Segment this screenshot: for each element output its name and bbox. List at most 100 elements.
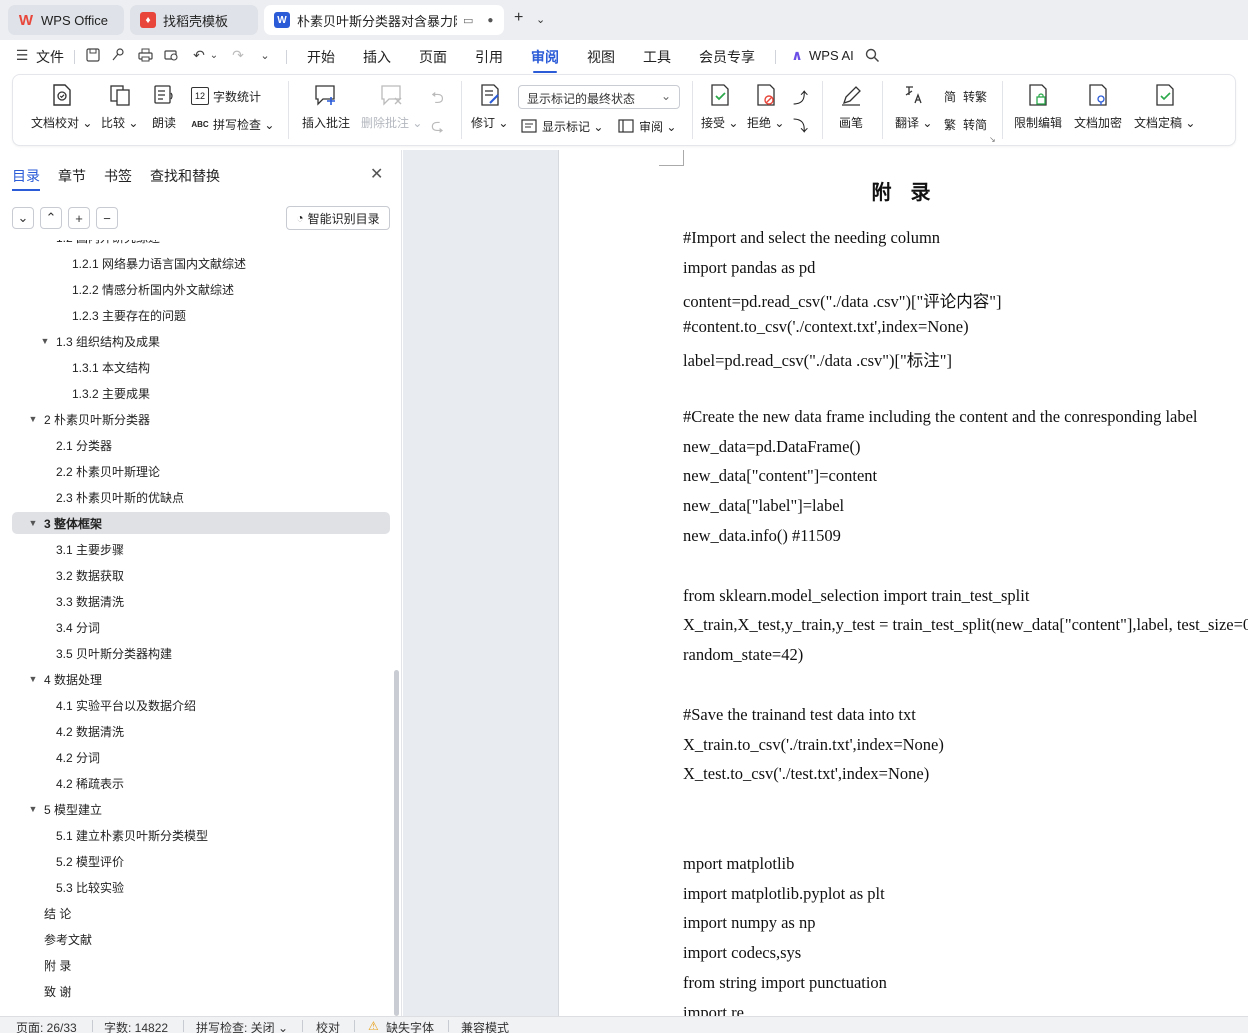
menu-file[interactable]: 文件 [36, 47, 64, 67]
collapse-all-button[interactable]: ⌃ [40, 207, 62, 229]
prev-comment-icon[interactable]: ⮌ [431, 87, 444, 114]
toc-item[interactable]: 3.5 贝叶斯分类器构建 [12, 642, 390, 664]
toc-item[interactable]: 1.2.2 情感分析国内外文献综述 [12, 278, 390, 300]
close-icon[interactable]: ✕ [370, 164, 383, 184]
expand-group-icon[interactable]: ↘ [989, 135, 996, 144]
toc-item[interactable]: 3.2 数据获取 [12, 564, 390, 586]
chevron-down-icon[interactable]: ⌄ [536, 13, 545, 26]
toc-item[interactable]: 4.2 分词 [12, 746, 390, 768]
toc-item[interactable]: 5.1 建立朴素贝叶斯分类模型 [12, 824, 390, 846]
next-comment-icon[interactable]: ⮎ [431, 115, 444, 142]
toc-item[interactable]: 1.3.1 本文结构 [12, 356, 390, 378]
share-icon[interactable] [110, 47, 126, 63]
redo-icon[interactable]: ↷ [230, 47, 246, 63]
toc-item[interactable]: ▼ 4 数据处理 [12, 668, 390, 690]
toc-item[interactable]: 2.1 分类器 [12, 434, 390, 456]
toc-expand-arrow-icon[interactable]: ▼ [27, 414, 39, 424]
toc-item[interactable]: 3.3 数据清洗 [12, 590, 390, 612]
accept-button[interactable]: 接受 ⌄ [701, 83, 738, 131]
monitor-icon[interactable]: ▭ [463, 14, 473, 27]
spell-check-button[interactable]: ABC 拼写检查 ⌄ [191, 115, 274, 133]
encrypt-button[interactable]: 文档加密 [1074, 83, 1122, 131]
print-preview-icon[interactable] [163, 47, 179, 63]
print-icon[interactable] [137, 47, 153, 63]
undo-icon[interactable]: ↶ [191, 47, 207, 63]
toc-item[interactable]: 参考文献 [12, 928, 390, 950]
nav-tab-bookmarks[interactable]: 书签 [104, 166, 132, 186]
toc-item[interactable]: ▼ 5 模型建立 [12, 798, 390, 820]
compare-button[interactable]: 比较 ⌄ [101, 83, 138, 131]
translate-button[interactable]: 翻译 ⌄ [895, 83, 932, 131]
show-markup-button[interactable]: 显示标记 ⌄ [520, 117, 603, 135]
tab-wps-office[interactable]: W WPS Office [8, 5, 124, 35]
toc-expand-arrow-icon[interactable]: ▼ [27, 674, 39, 684]
expand-all-button[interactable]: ⌄ [12, 207, 34, 229]
menu-view[interactable]: 视图 [587, 47, 615, 67]
menu-reference[interactable]: 引用 [475, 47, 503, 67]
toc-item[interactable]: 3.4 分词 [12, 616, 390, 638]
toc-item[interactable]: 2.2 朴素贝叶斯理论 [12, 460, 390, 482]
insert-comment-button[interactable]: 插入批注 [302, 83, 350, 131]
tab-document[interactable]: W 朴素贝叶斯分类器对含暴力网络 ▭ ● [264, 5, 504, 35]
to-simplified-button[interactable]: 繁 转简 [941, 115, 987, 133]
toc-item[interactable]: 结 论 [12, 902, 390, 924]
smart-toc-button[interactable]: ◔ 智能识别目录 [286, 206, 390, 230]
menu-member[interactable]: 会员专享 [699, 47, 755, 67]
to-traditional-button[interactable]: 简 转繁 [941, 87, 987, 105]
toc-item[interactable]: 1.2.1 网络暴力语言国内文献综述 [12, 252, 390, 274]
tab-template[interactable]: ♦ 找稻壳模板 [130, 5, 258, 35]
hamburger-icon[interactable]: ☰ [14, 47, 30, 63]
save-icon[interactable] [85, 47, 101, 63]
toc-item[interactable]: 致 谢 [12, 980, 390, 1002]
toc-item[interactable]: 5.2 模型评价 [12, 850, 390, 872]
spell-check-status[interactable]: 拼写检查: 关闭 ⌄ [196, 1019, 288, 1033]
missing-font-status[interactable]: 缺失字体 [386, 1019, 434, 1033]
menu-tools[interactable]: 工具 [643, 47, 671, 67]
remove-heading-button[interactable]: − [96, 207, 118, 229]
toc-item[interactable]: ▼ 3 整体框架 [12, 512, 390, 534]
toc-item[interactable]: ▼ 1.3 组织结构及成果 [12, 330, 390, 352]
word-count-status[interactable]: 字数: 14822 [104, 1019, 168, 1033]
new-tab-icon[interactable]: + [514, 9, 523, 27]
toc-item[interactable]: ▼ 2 朴素贝叶斯分类器 [12, 408, 390, 430]
menu-insert[interactable]: 插入 [363, 47, 391, 67]
delete-comment-button[interactable]: 删除批注 ⌄ [361, 83, 422, 131]
undo-dropdown-icon[interactable]: ⌄ [206, 47, 222, 63]
toc-item[interactable]: 5.3 比较实验 [12, 876, 390, 898]
menu-wps-ai[interactable]: WPS AI [809, 48, 854, 63]
toc-expand-arrow-icon[interactable]: ▼ [39, 336, 51, 346]
read-aloud-button[interactable]: 朗读 [152, 83, 176, 131]
word-count-button[interactable]: 12 字数统计 [191, 87, 261, 105]
toc-item[interactable]: 附 录 [12, 954, 390, 976]
toc-expand-arrow-icon[interactable]: ▼ [27, 804, 39, 814]
review-pane-button[interactable]: 审阅 ⌄ [617, 117, 676, 135]
prev-change-icon[interactable]: ⤴ [793, 87, 808, 108]
proof-status[interactable]: 校对 [316, 1019, 340, 1033]
doc-check-button[interactable]: 文档校对 ⌄ [31, 83, 92, 131]
toc-item[interactable]: 4.1 实验平台以及数据介绍 [12, 694, 390, 716]
pen-button[interactable]: 画笔 [839, 83, 863, 131]
document-page[interactable]: 附 录 #Import and select the needing colum… [558, 150, 1248, 1016]
toc-item[interactable]: 1.3.2 主要成果 [12, 382, 390, 404]
finalize-button[interactable]: 文档定稿 ⌄ [1134, 83, 1195, 131]
next-change-icon[interactable]: ⤵ [793, 115, 808, 136]
toc-item[interactable]: ▼ 1.2 国内外研究综述 [12, 240, 390, 248]
unsaved-dot-icon[interactable]: ● [487, 15, 493, 26]
menu-page[interactable]: 页面 [419, 47, 447, 67]
more-chevron-icon[interactable]: ⌄ [257, 47, 273, 63]
reject-button[interactable]: 拒绝 ⌄ [747, 83, 784, 131]
toc-scrollbar[interactable] [394, 670, 399, 1016]
toc-expand-arrow-icon[interactable]: ▼ [27, 518, 39, 528]
toc-item[interactable]: 4.2 稀疏表示 [12, 772, 390, 794]
restrict-editing-button[interactable]: 限制编辑 [1014, 83, 1062, 131]
nav-tab-chapters[interactable]: 章节 [58, 166, 86, 186]
menu-start[interactable]: 开始 [307, 47, 335, 67]
menu-review[interactable]: 审阅 [531, 47, 559, 73]
search-icon[interactable] [864, 47, 880, 63]
page-indicator[interactable]: 页面: 26/33 [16, 1019, 77, 1033]
markup-state-select[interactable]: 显示标记的最终状态 ⌄ [518, 85, 680, 109]
toc-item[interactable]: 2.3 朴素贝叶斯的优缺点 [12, 486, 390, 508]
nav-tab-toc[interactable]: 目录 [12, 166, 40, 191]
nav-tab-find-replace[interactable]: 查找和替换 [150, 166, 220, 186]
toc-item[interactable]: 3.1 主要步骤 [12, 538, 390, 560]
